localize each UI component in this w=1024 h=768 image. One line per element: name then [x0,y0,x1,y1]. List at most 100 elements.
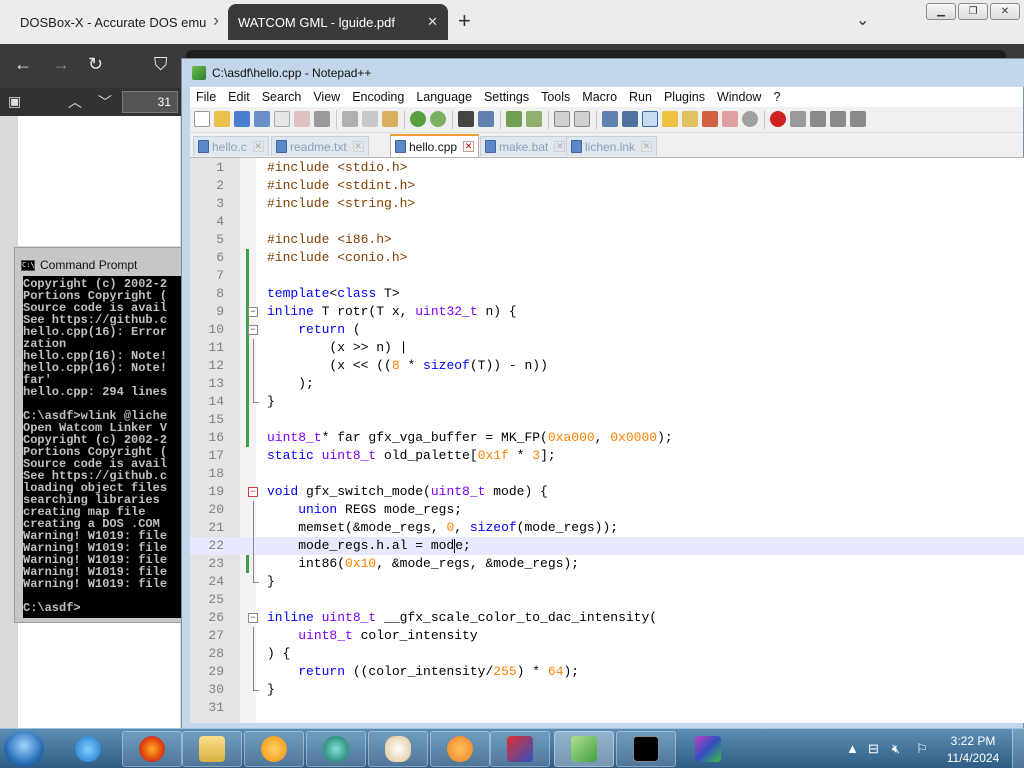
menu-item[interactable]: Encoding [346,87,410,107]
find-icon[interactable] [458,111,474,127]
taskbar-dosbox[interactable] [678,731,738,767]
stop-macro-icon[interactable] [790,111,806,127]
show-all-characters-icon[interactable] [622,111,638,127]
new-tab-button[interactable]: + [458,8,471,34]
play-macro-multiple-icon[interactable] [830,111,846,127]
folder-workspace-icon[interactable] [722,111,738,127]
close-icon[interactable]: ✕ [427,14,438,30]
show-hidden-icons-icon[interactable]: ▲ [846,741,859,756]
monitoring-icon[interactable] [742,111,758,127]
code-line[interactable]: 27 uint8_t color_intensity [190,627,1024,645]
menu-item[interactable]: Search [256,87,308,107]
action-center-flag-icon[interactable]: ⚐ [916,741,928,757]
chevron-up-icon[interactable]: ︿ [68,92,82,112]
code-line[interactable]: 12 (x << ((8 * sizeof(T)) - n)) [190,357,1024,375]
menu-item[interactable]: Language [410,87,478,107]
menu-item[interactable]: File [190,87,222,107]
close-icon[interactable]: ✕ [463,141,475,152]
code-line[interactable]: 1 #include <stdio.h> [190,159,1024,177]
menu-item[interactable]: Edit [222,87,256,107]
code-line[interactable]: 21 memset(&mode_regs, 0, sizeof(mode_reg… [190,519,1024,537]
zoom-in-icon[interactable] [506,111,522,127]
code-line[interactable]: 28) { [190,645,1024,663]
word-wrap-icon[interactable] [602,111,618,127]
fold-toggle-icon[interactable]: − [248,613,258,623]
code-line[interactable]: 30} [190,681,1024,699]
close-file-icon[interactable] [274,111,290,127]
close-icon[interactable]: ✕ [252,141,264,152]
taskbar-notepadpp[interactable] [554,731,614,767]
taskbar-app-8[interactable] [490,731,550,767]
code-line[interactable]: 25 [190,591,1024,609]
close-icon[interactable]: ✕ [212,14,218,30]
sync-vertical-icon[interactable] [554,111,570,127]
browser-tab-dosbox[interactable]: DOSBox-X - Accurate DOS emu ✕ [4,4,218,40]
play-macro-icon[interactable] [810,111,826,127]
fold-toggle-icon[interactable]: − [248,487,258,497]
open-file-icon[interactable] [214,111,230,127]
code-line[interactable]: 26 − inline uint8_t __gfx_scale_color_to_d… [190,609,1024,627]
shield-icon[interactable]: ⛉ [154,54,168,75]
menu-item[interactable]: Tools [535,87,576,107]
save-icon[interactable] [234,111,250,127]
paste-icon[interactable] [382,111,398,127]
taskbar-explorer[interactable] [182,731,242,767]
file-tab[interactable]: hello.cpp ✕ [390,134,480,157]
code-line[interactable]: 29 return ((color_intensity/255) * 64); [190,663,1024,681]
code-line[interactable]: 16 uint8_t* far gfx_vga_buffer = MK_FP(0x… [190,429,1024,447]
sidebar-toggle-icon[interactable]: ▣ [8,93,21,110]
code-line[interactable]: 4 [190,213,1024,231]
code-line[interactable]: 24} [190,573,1024,591]
copy-icon[interactable] [362,111,378,127]
cut-icon[interactable] [342,111,358,127]
undo-icon[interactable] [410,111,426,127]
menu-item[interactable]: Window [711,87,767,107]
forward-arrow-icon[interactable]: → [52,54,70,75]
chevron-down-icon[interactable]: ⌄ [856,10,869,30]
clock-time[interactable]: 3:22 PM [948,734,998,748]
browser-tab-pdf[interactable]: WATCOM GML - lguide.pdf ✕ [228,4,448,40]
file-tab[interactable]: lichen.lnk ✕ [566,136,658,156]
taskbar-firefox[interactable] [122,731,182,767]
close-icon[interactable]: ✕ [554,141,566,152]
code-line[interactable]: 5 #include <i86.h> [190,231,1024,249]
code-line[interactable]: 23 int86(0x10, &mode_regs, &mode_regs); [190,555,1024,573]
code-line[interactable]: 11 (x >> n) | [190,339,1024,357]
replace-icon[interactable] [478,111,494,127]
code-line[interactable]: 7 [190,267,1024,285]
taskbar-internet-explorer[interactable] [58,731,118,767]
zoom-out-icon[interactable] [526,111,542,127]
code-line[interactable]: 10 − return ( [190,321,1024,339]
menu-item[interactable]: Macro [576,87,623,107]
reload-icon[interactable]: ↻ [88,54,103,75]
print-icon[interactable] [314,111,330,127]
code-line[interactable]: 9 − inline T rotr(T x, uint32_t n) { [190,303,1024,321]
file-tab[interactable]: make.bat ✕ [480,136,571,156]
clock-date[interactable]: 11/4/2024 [944,751,1002,765]
code-line[interactable]: 19 − void gfx_switch_mode(uint8_t mode) { [190,483,1024,501]
redo-icon[interactable] [430,111,446,127]
start-button[interactable] [4,731,44,767]
close-window-button[interactable]: ✕ [990,3,1020,20]
menu-item[interactable]: View [307,87,346,107]
code-line[interactable]: 17 static uint8_t old_palette[0x1f * 3]; [190,447,1024,465]
code-line[interactable]: 31 [190,699,1024,717]
code-line[interactable]: 22 mode_regs.h.al = mode; [190,537,1024,555]
indent-guide-icon[interactable] [642,111,658,127]
fold-toggle-icon[interactable]: − [248,307,258,317]
record-macro-icon[interactable] [770,111,786,127]
cmd-console[interactable]: Copyright (c) 2002-2 Portions Copyright (… [23,276,193,618]
taskbar-paint[interactable] [368,731,428,767]
close-icon[interactable]: ✕ [352,141,364,152]
back-arrow-icon[interactable]: ← [14,54,32,75]
udl-icon[interactable] [662,111,678,127]
code-line[interactable]: 20 union REGS mode_regs; [190,501,1024,519]
new-file-icon[interactable] [194,111,210,127]
taskbar-scratch[interactable] [430,731,490,767]
chevron-down-icon[interactable]: ﹀ [98,92,112,112]
fold-toggle-icon[interactable]: − [248,325,258,335]
taskbar-app-5[interactable] [306,731,366,767]
menu-item[interactable]: Plugins [658,87,711,107]
doc-map-icon[interactable] [682,111,698,127]
npp-titlebar[interactable]: C:\asdf\hello.cpp - Notepad++ [182,59,1024,87]
